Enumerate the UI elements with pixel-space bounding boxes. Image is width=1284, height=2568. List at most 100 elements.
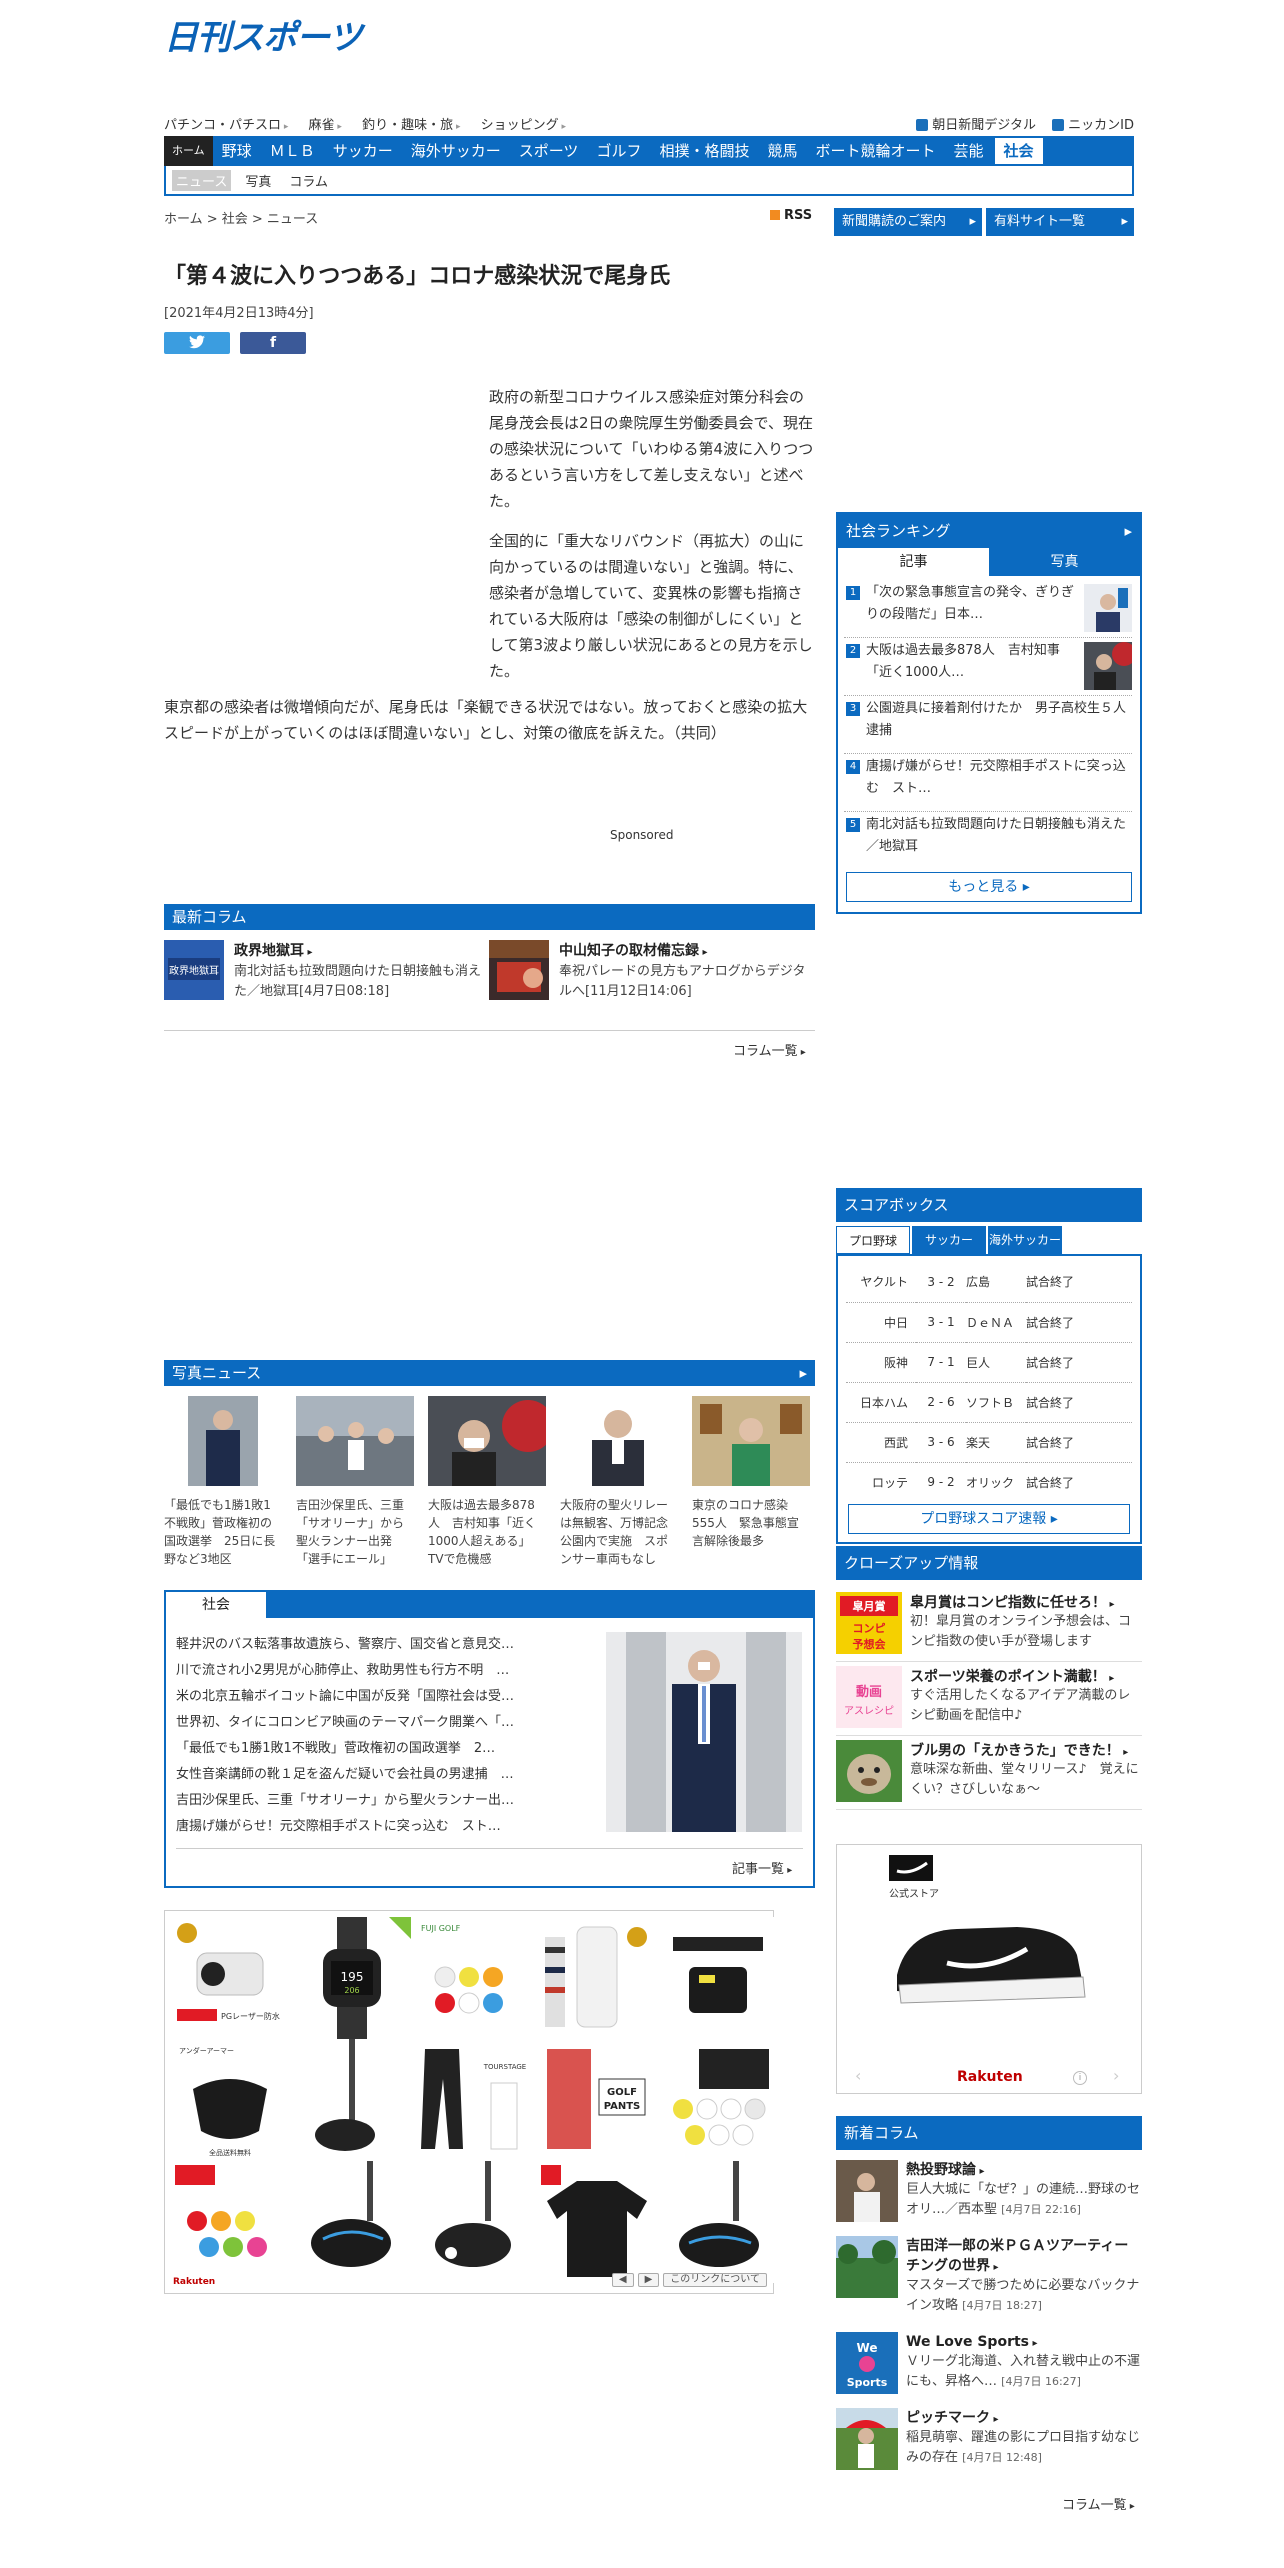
new-column-item[interactable]: 吉田洋一郎の米ＰＧＡツアーティーチングの世界 マスターズで勝つために必要なバック… (836, 2236, 1142, 2328)
closeup-item[interactable]: ブル男の「えかきうた」できた！ 意味深な新曲、堂々リリース♪ 覚えにくい？さびし… (836, 1740, 1142, 1810)
list-item[interactable]: 「最低でも1勝1敗1不戦敗」菅政権初の国政選挙 2… (176, 1736, 576, 1762)
score-row[interactable]: ロッテ 9 - 2 オリック 試合終了 (846, 1462, 1132, 1502)
product-golf-balls-3[interactable] (171, 2161, 289, 2283)
product-rangefinder[interactable]: PGレーザー防水 (171, 1917, 289, 2039)
tab-pro-baseball[interactable]: プロ野球 (836, 1226, 910, 1254)
nav-mlb[interactable]: ＭＬＢ (261, 136, 324, 166)
score-row[interactable]: 阪神 7 - 1 巨人 試合終了 (846, 1342, 1132, 1383)
list-item[interactable]: 吉田沙保里氏、三重「サオリーナ」から聖火ランナー出… (176, 1788, 576, 1814)
nikkan-id-link[interactable]: ニッカンID (1052, 118, 1134, 133)
pro-baseball-score-button[interactable]: プロ野球スコア速報 (848, 1504, 1130, 1534)
closeup-item[interactable]: 動画アスレシピ スポーツ栄養のポイント満載！ すぐ活用したくなるアイデア満載のレ… (836, 1666, 1142, 1736)
ranking-item[interactable]: 1 「次の緊急事態宣言の発令、ぎりぎりの段階だ」日本… (844, 580, 1132, 638)
product-driver-3[interactable] (659, 2161, 777, 2283)
site-logo[interactable]: 日刊スポーツ (164, 10, 364, 58)
subnav-column[interactable]: コラム (285, 170, 332, 191)
ad-info-icon[interactable]: i (1073, 2071, 1087, 2085)
product-innerwear[interactable] (537, 1917, 655, 2039)
nav-boat[interactable]: ボート競輪オート (806, 136, 944, 166)
new-column-item[interactable]: ピッチマーク 稲見萌寧、躍進の影にプロ目指す幼なじみの存在 [4月7日 12:4… (836, 2408, 1142, 2482)
svg-text:GOLF: GOLF (607, 2087, 637, 2098)
product-bag[interactable] (659, 1917, 777, 2039)
nav-baseball[interactable]: 野球 (213, 136, 261, 166)
photo-news-item[interactable]: 吉田沙保里氏、三重「サオリーナ」から聖火ランナー出発「選手にエール」 (296, 1396, 414, 1568)
nav-society[interactable]: 社会 (992, 136, 1045, 166)
column-list-link[interactable]: コラム一覧 (733, 1040, 806, 1059)
subscription-link[interactable]: 新聞購読のご案内 (834, 208, 982, 236)
ranking-more-button[interactable]: もっと見る (846, 872, 1132, 902)
ranking-header[interactable]: 社会ランキング (838, 514, 1140, 548)
ad-label: 公式ストア (889, 1889, 939, 1900)
nav-sports[interactable]: スポーツ (510, 136, 588, 166)
nav-sumo[interactable]: 相撲・格闘技 (650, 136, 758, 166)
nav-golf[interactable]: ゴルフ (587, 136, 650, 166)
score-row[interactable]: 日本ハム 2 - 6 ソフトＢ 試合終了 (846, 1382, 1132, 1423)
product-driver-2[interactable] (415, 2161, 533, 2283)
ranking-item[interactable]: 5 南北対話も拉致問題向けた日朝接触も消えた／地獄耳 (844, 812, 1132, 870)
article-list-link[interactable]: 記事一覧 (732, 1858, 792, 1877)
facebook-share-button[interactable]: f (240, 332, 306, 354)
product-polo[interactable] (537, 2161, 655, 2283)
home-team: ロッテ (871, 1475, 908, 1490)
list-item[interactable]: 川で流され小2男児が心肺停止、救助男性も行方不明 … (176, 1658, 576, 1684)
photo-news-item[interactable]: 東京のコロナ感染555人 緊急事態宣言解除後最多 (692, 1396, 810, 1550)
ranking-item[interactable]: 2 大阪は過去最多878人 吉村知事「近く1000人… (844, 638, 1132, 696)
list-item[interactable]: 軽井沢のバス転落事故遺族ら、警察庁、国交省と意見交… (176, 1632, 576, 1658)
utility-link-fishing[interactable]: 釣り・趣味・旅 (362, 118, 460, 133)
list-item[interactable]: 世界初、タイにコロンビア映画のテーマパーク開業へ「… (176, 1710, 576, 1736)
nav-world-soccer[interactable]: 海外サッカー (402, 136, 510, 166)
product-gps-watch[interactable]: 195206 (293, 1917, 411, 2039)
twitter-icon (189, 335, 205, 349)
subnav-news[interactable]: ニュース (172, 169, 232, 191)
subnav-photo[interactable]: 写真 (241, 170, 275, 191)
new-column-item[interactable]: 熱投野球論 巨人大城に「なぜ？」の連続…野球のセオリ…／西本聖 [4月7日 22… (836, 2160, 1142, 2234)
society-feature-photo[interactable] (606, 1632, 802, 1832)
score-row[interactable]: 西武 3 - 6 楽天 試合終了 (846, 1422, 1132, 1463)
shop-next-button[interactable]: ▶ (637, 2273, 660, 2287)
photo-news-item[interactable]: 大阪は過去最多878人 吉村知事「近く1000人超えある」TVで危機感 (428, 1396, 554, 1568)
ranking-item[interactable]: 3 公園遊具に接着剤付けたか 男子高校生５人逮捕 (844, 696, 1132, 754)
shop-about-link[interactable]: このリンクについて (663, 2273, 767, 2287)
utility-link-mahjong[interactable]: 麻雀 (309, 118, 342, 133)
twitter-share-button[interactable] (164, 332, 230, 354)
rss-link[interactable]: RSS (770, 208, 812, 223)
new-columns-header[interactable]: 新着コラム (836, 2116, 1142, 2150)
score-row[interactable]: ヤクルト 3 - 2 広島 試合終了 (846, 1262, 1132, 1303)
new-column-item[interactable]: We Sports We Love Sports Ｖリーグ北海道、入れ替え戦中止の… (836, 2332, 1142, 2406)
ranking-item[interactable]: 4 唐揚げ嫌がらせ！元交際相手ポストに突っ込む スト… (844, 754, 1132, 812)
score-row[interactable]: 中日 3 - 1 ＤｅＮＡ 試合終了 (846, 1302, 1132, 1343)
tab-articles[interactable]: 記事 (838, 548, 989, 576)
photo-news-item[interactable]: 「最低でも1勝1敗1不戦敗」菅政権初の国政選挙 25日に長野など3地区 (164, 1396, 282, 1568)
product-fairway-wood[interactable] (293, 2039, 411, 2161)
new-columns-list-link[interactable]: コラム一覧 (1062, 2494, 1135, 2513)
nike-advertisement[interactable]: ‹ › 公式ストア Rakuten i (836, 1844, 1142, 2094)
nav-soccer[interactable]: サッカー (324, 136, 402, 166)
tab-society[interactable]: 社会 (166, 1592, 266, 1618)
product-pants[interactable]: TOURSTAGE (415, 2039, 533, 2161)
breadcrumb[interactable]: ホーム > 社会 > ニュース (164, 208, 318, 227)
closeup-item[interactable]: 皐月賞コンピ予想会 皐月賞はコンピ指数に任せろ！ 初！皐月賞のオンライン予想会は… (836, 1592, 1142, 1662)
shop-prev-button[interactable]: ◀ (611, 2273, 634, 2287)
tab-world-soccer[interactable]: 海外サッカー (988, 1226, 1062, 1254)
nav-entertainment[interactable]: 芸能 (945, 136, 993, 166)
photo-news-header[interactable]: 写真ニュース (164, 1360, 815, 1386)
nav-home[interactable]: ホーム (164, 136, 213, 166)
product-mask[interactable]: アンダーアーマー全品送料無料 (171, 2039, 289, 2161)
tab-photos[interactable]: 写真 (989, 548, 1140, 576)
utility-link-pachinko[interactable]: パチンコ・パチスロ (164, 118, 288, 133)
list-item[interactable]: 米の北京五輪ボイコット論に中国が反発「国際社会は受… (176, 1684, 576, 1710)
product-golf-pants[interactable]: GOLF PANTS (537, 2039, 655, 2161)
product-driver[interactable] (293, 2161, 411, 2283)
utility-link-shopping[interactable]: ショッピング (481, 118, 566, 133)
list-item[interactable]: 女性音楽講師の靴１足を盗んだ疑いで会社員の男逮捕 … (176, 1762, 576, 1788)
product-golf-balls[interactable]: FUJI GOLF (415, 1917, 533, 2039)
top-links: 新聞購読のご案内 有料サイト一覧 (834, 208, 1134, 236)
paid-sites-link[interactable]: 有料サイト一覧 (986, 208, 1134, 236)
photo-news-item[interactable]: 大阪府の聖火リレーは無観客、万博記念公園内で実施 スポンサー車両もなし (560, 1396, 678, 1568)
list-item[interactable]: 唐揚げ嫌がらせ！元交際相手ポストに突っ込む スト… (176, 1814, 576, 1840)
svg-text:‹: ‹ (855, 2066, 861, 2085)
tab-soccer[interactable]: サッカー (912, 1226, 986, 1254)
nav-keiba[interactable]: 競馬 (758, 136, 806, 166)
asahi-digital-link[interactable]: 朝日新聞デジタル (916, 118, 1036, 133)
product-golf-balls-2[interactable] (659, 2039, 777, 2161)
